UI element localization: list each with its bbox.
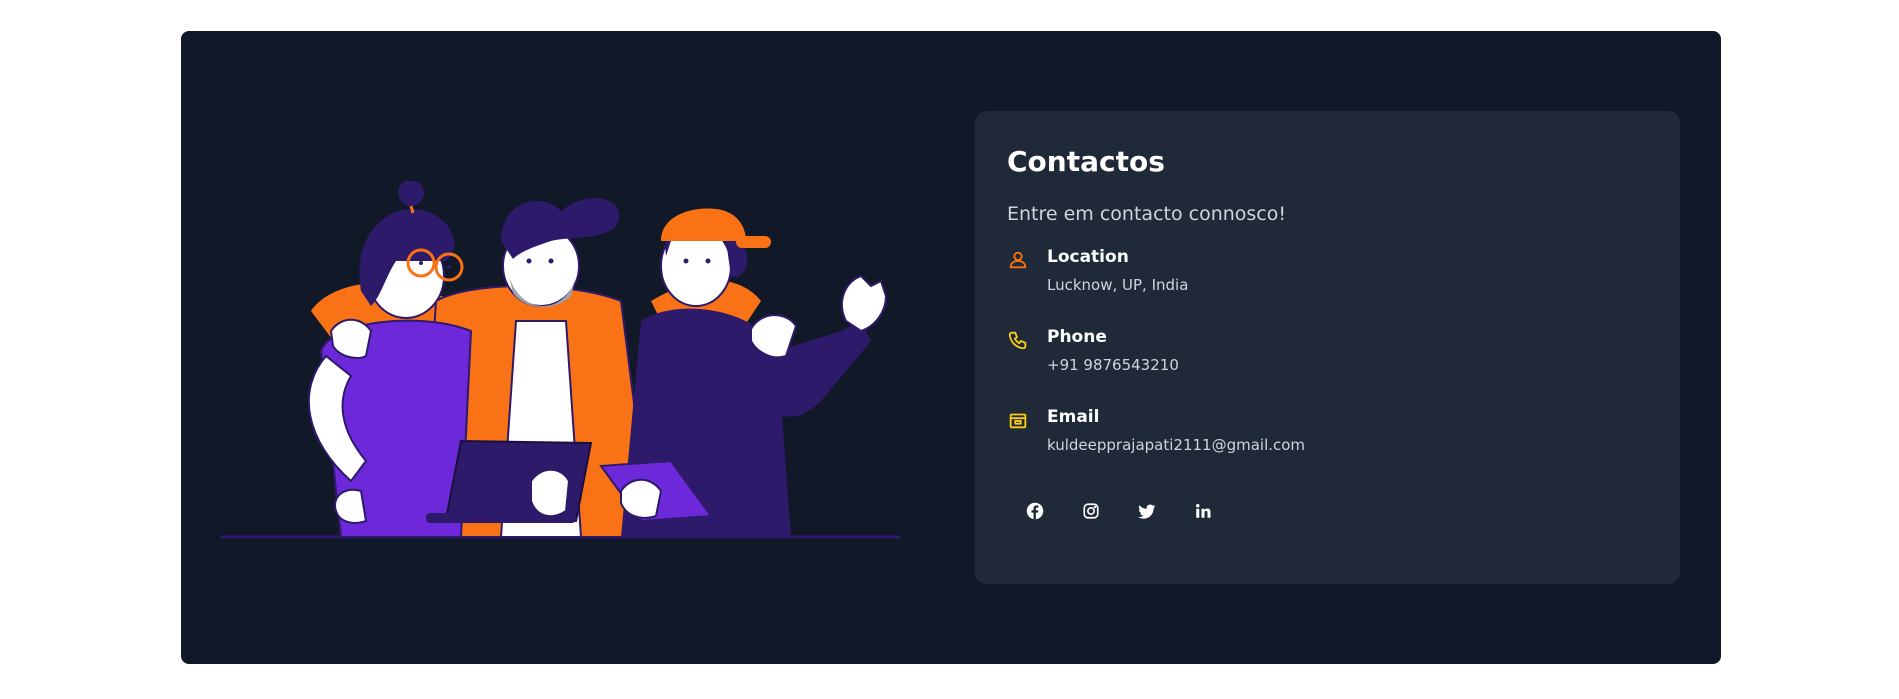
person-icon	[1009, 251, 1027, 269]
contact-list: Location Lucknow, UP, India Phone +91 98…	[1007, 245, 1648, 485]
facebook-icon	[1026, 502, 1044, 520]
social-links	[1017, 493, 1648, 529]
email-value: kuldeepprajapati2111@gmail.com	[1047, 436, 1306, 454]
contact-item-phone: Phone +91 9876543210	[1007, 325, 1648, 405]
instagram-button[interactable]	[1073, 493, 1109, 529]
phone-value: +91 9876543210	[1047, 356, 1179, 374]
linkedin-button[interactable]	[1185, 493, 1221, 529]
location-label: Location	[1047, 247, 1129, 267]
phone-icon	[1008, 331, 1027, 350]
facebook-button[interactable]	[1017, 493, 1053, 529]
instagram-icon	[1083, 503, 1099, 519]
team-illustration	[221, 180, 901, 541]
email-label: Email	[1047, 407, 1100, 427]
twitter-button[interactable]	[1129, 493, 1165, 529]
contact-card: Contactos Entre em contacto connosco! Lo…	[975, 111, 1680, 584]
twitter-icon	[1138, 504, 1156, 519]
contact-subtitle: Entre em contacto connosco!	[1007, 203, 1286, 225]
mailbox-icon	[1009, 413, 1027, 429]
linkedin-icon	[1196, 504, 1211, 518]
contact-item-email: Email kuldeepprajapati2111@gmail.com	[1007, 405, 1648, 485]
contact-section: Contactos Entre em contacto connosco! Lo…	[181, 31, 1721, 664]
contact-title: Contactos	[1007, 145, 1165, 178]
phone-label: Phone	[1047, 327, 1107, 347]
location-value: Lucknow, UP, India	[1047, 276, 1189, 294]
contact-item-location: Location Lucknow, UP, India	[1007, 245, 1648, 325]
